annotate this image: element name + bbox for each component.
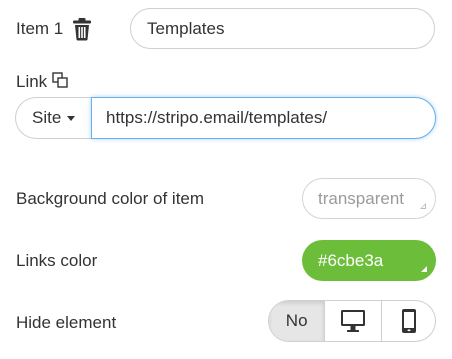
chevron-down-icon xyxy=(67,116,75,121)
picker-corner-icon xyxy=(420,203,426,209)
link-url-input[interactable]: https://stripo.email/templates/ xyxy=(91,97,436,139)
background-color-value: transparent xyxy=(318,189,404,208)
hide-mobile-button[interactable] xyxy=(382,301,435,341)
links-color-picker[interactable]: #6cbe3a xyxy=(302,240,436,281)
link-type-value: Site xyxy=(32,108,62,127)
background-color-picker[interactable]: transparent xyxy=(302,178,436,219)
item-label: Item 1 xyxy=(16,19,64,38)
link-type-select[interactable]: Site xyxy=(15,97,91,139)
copy-icon[interactable] xyxy=(52,72,68,88)
trash-icon[interactable] xyxy=(72,17,92,41)
mobile-icon xyxy=(401,309,416,333)
picker-corner-icon xyxy=(421,266,427,272)
hide-desktop-button[interactable] xyxy=(325,301,382,341)
links-color-label: Links color xyxy=(16,251,98,270)
link-label: Link xyxy=(16,72,48,91)
link-input-group: Site https://stripo.email/templates/ xyxy=(15,97,436,139)
item-title-input[interactable]: Templates xyxy=(130,8,435,49)
hide-element-label: Hide element xyxy=(16,313,117,332)
hide-none-button[interactable]: No xyxy=(269,301,326,341)
links-color-value: #6cbe3a xyxy=(318,251,384,270)
background-color-label: Background color of item xyxy=(16,189,205,208)
hide-element-toggle-group: No xyxy=(268,300,436,342)
desktop-icon xyxy=(341,310,366,332)
